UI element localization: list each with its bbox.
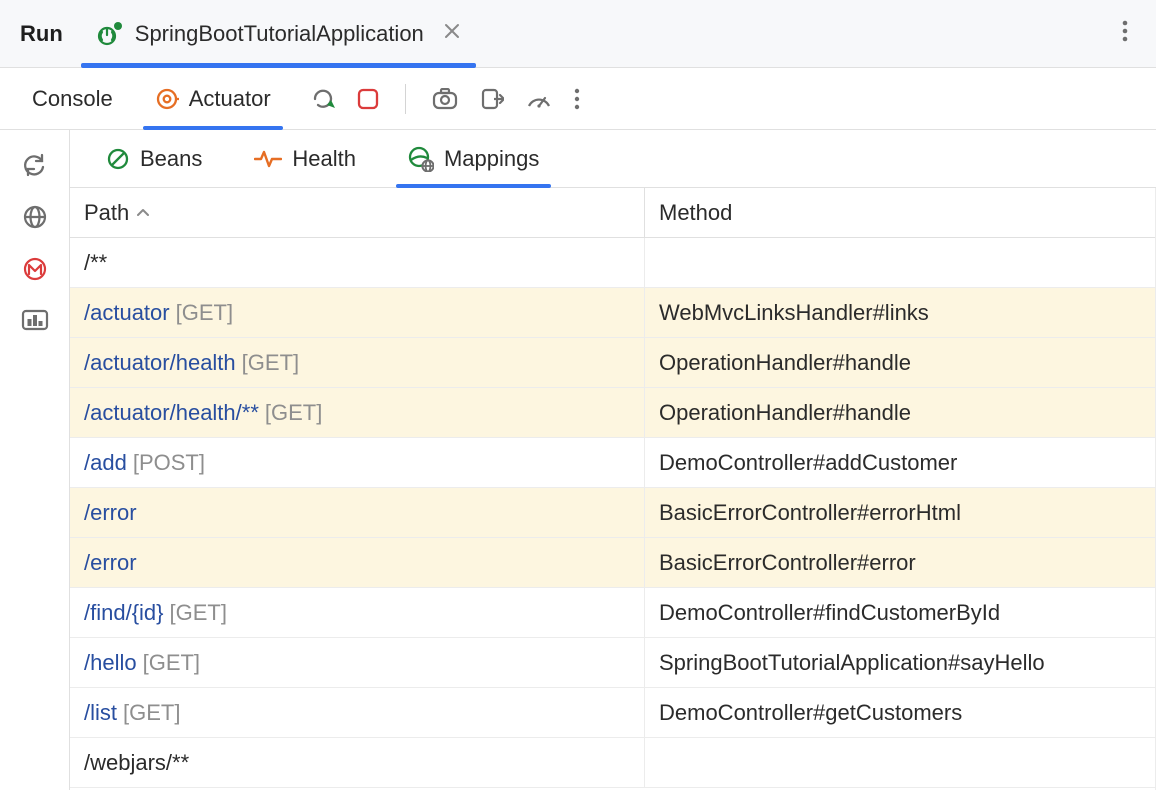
path-text[interactable]: /error [84,500,137,526]
path-text[interactable]: /actuator/health/** [84,400,259,426]
table-row[interactable]: /error BasicErrorController#error [70,538,1155,588]
table-row[interactable]: /hello [GET]SpringBootTutorialApplicatio… [70,638,1155,688]
tab-health-label: Health [292,146,356,172]
stop-icon[interactable] [357,88,379,110]
table-row[interactable]: /list [GET]DemoController#getCustomers [70,688,1155,738]
cell-path: /hello [GET] [70,638,645,687]
cell-path: /webjars/** [70,738,645,787]
cell-path: /add [POST] [70,438,645,487]
separator [405,84,406,114]
tab-actuator[interactable]: Actuator [143,68,283,129]
globe-icon[interactable] [22,204,48,230]
cell-method: BasicErrorController#error [645,538,1155,587]
actuator-body: Beans Health Mappings Path [0,130,1156,790]
path-text[interactable]: /add [84,450,127,476]
actuator-main: Beans Health Mappings Path [70,130,1156,790]
tab-console-label: Console [32,86,113,112]
tab-health[interactable]: Health [242,130,368,187]
http-verb: [GET] [143,650,200,676]
health-pulse-icon [254,149,282,169]
table-row[interactable]: /webjars/** [70,738,1155,788]
path-text[interactable]: /list [84,700,117,726]
run-toolbar [301,84,580,114]
tab-mappings[interactable]: Mappings [396,130,551,187]
table-row[interactable]: /actuator [GET]WebMvcLinksHandler#links [70,288,1155,338]
mappings-table: Path Method /**/actuator [GET]WebMvcLink… [70,188,1156,790]
run-title: Run [14,21,81,47]
table-row[interactable]: /** [70,238,1155,288]
rerun-icon[interactable] [311,87,335,111]
cell-method [645,238,1155,287]
http-verb: [GET] [170,600,227,626]
table-row[interactable]: /find/{id} [GET]DemoController#findCusto… [70,588,1155,638]
refresh-icon[interactable] [22,152,48,178]
table-row[interactable]: /error BasicErrorController#errorHtml [70,488,1155,538]
gauge-icon[interactable] [526,88,552,110]
exit-icon[interactable] [480,87,504,111]
cell-method: SpringBootTutorialApplication#sayHello [645,638,1155,687]
col-header-path-label: Path [84,200,129,226]
chart-icon[interactable] [21,308,49,332]
http-verb: [GET] [242,350,299,376]
run-config-tab-label: SpringBootTutorialApplication [135,21,424,47]
tab-beans-label: Beans [140,146,202,172]
table-row[interactable]: /actuator/health [GET]OperationHandler#h… [70,338,1155,388]
sort-asc-icon [137,205,149,221]
table-header: Path Method [70,188,1155,238]
http-verb: [GET] [265,400,322,426]
cell-method: OperationHandler#handle [645,338,1155,387]
cell-path: /error [70,488,645,537]
cell-path: /list [GET] [70,688,645,737]
tab-mappings-label: Mappings [444,146,539,172]
more-options-button[interactable] [1108,12,1142,56]
col-header-method[interactable]: Method [645,188,1155,237]
path-text[interactable]: /actuator/health [84,350,236,376]
actuator-icon [155,87,179,111]
http-verb: [GET] [176,300,233,326]
path-text: /webjars/** [84,750,189,776]
cell-method: DemoController#addCustomer [645,438,1155,487]
left-icon-strip [0,130,70,790]
path-text: /** [84,250,107,276]
run-tool-window-header: Run SpringBootTutorialApplication [0,0,1156,68]
mappings-globe-icon [408,146,434,172]
kebab-icon[interactable] [574,88,580,110]
beans-prohibit-icon [106,147,130,171]
cell-path: /actuator/health/** [GET] [70,388,645,437]
cell-method: BasicErrorController#errorHtml [645,488,1155,537]
col-header-path[interactable]: Path [70,188,645,237]
cell-method: WebMvcLinksHandler#links [645,288,1155,337]
actuator-category-tabs: Beans Health Mappings [70,130,1156,188]
close-icon[interactable] [444,22,460,45]
path-text[interactable]: /find/{id} [84,600,164,626]
table-body: /**/actuator [GET]WebMvcLinksHandler#lin… [70,238,1155,788]
cell-path: /error [70,538,645,587]
path-text[interactable]: /error [84,550,137,576]
path-text[interactable]: /actuator [84,300,170,326]
cell-method [645,738,1155,787]
cell-path: /actuator [GET] [70,288,645,337]
tab-actuator-label: Actuator [189,86,271,112]
cell-path: /** [70,238,645,287]
run-config-tab[interactable]: SpringBootTutorialApplication [81,0,476,67]
table-row[interactable]: /add [POST]DemoController#addCustomer [70,438,1155,488]
cell-path: /actuator/health [GET] [70,338,645,387]
table-row[interactable]: /actuator/health/** [GET]OperationHandle… [70,388,1155,438]
run-sub-tabs: Console Actuator [0,68,1156,130]
tab-beans[interactable]: Beans [94,130,214,187]
path-text[interactable]: /hello [84,650,137,676]
cell-path: /find/{id} [GET] [70,588,645,637]
thread-dump-icon[interactable] [432,88,458,110]
http-verb: [POST] [133,450,205,476]
spring-boot-run-icon [97,22,125,46]
diagram-m-icon[interactable] [22,256,48,282]
http-verb: [GET] [123,700,180,726]
col-header-method-label: Method [659,200,732,226]
cell-method: DemoController#getCustomers [645,688,1155,737]
cell-method: DemoController#findCustomerById [645,588,1155,637]
tab-console[interactable]: Console [20,68,125,129]
cell-method: OperationHandler#handle [645,388,1155,437]
